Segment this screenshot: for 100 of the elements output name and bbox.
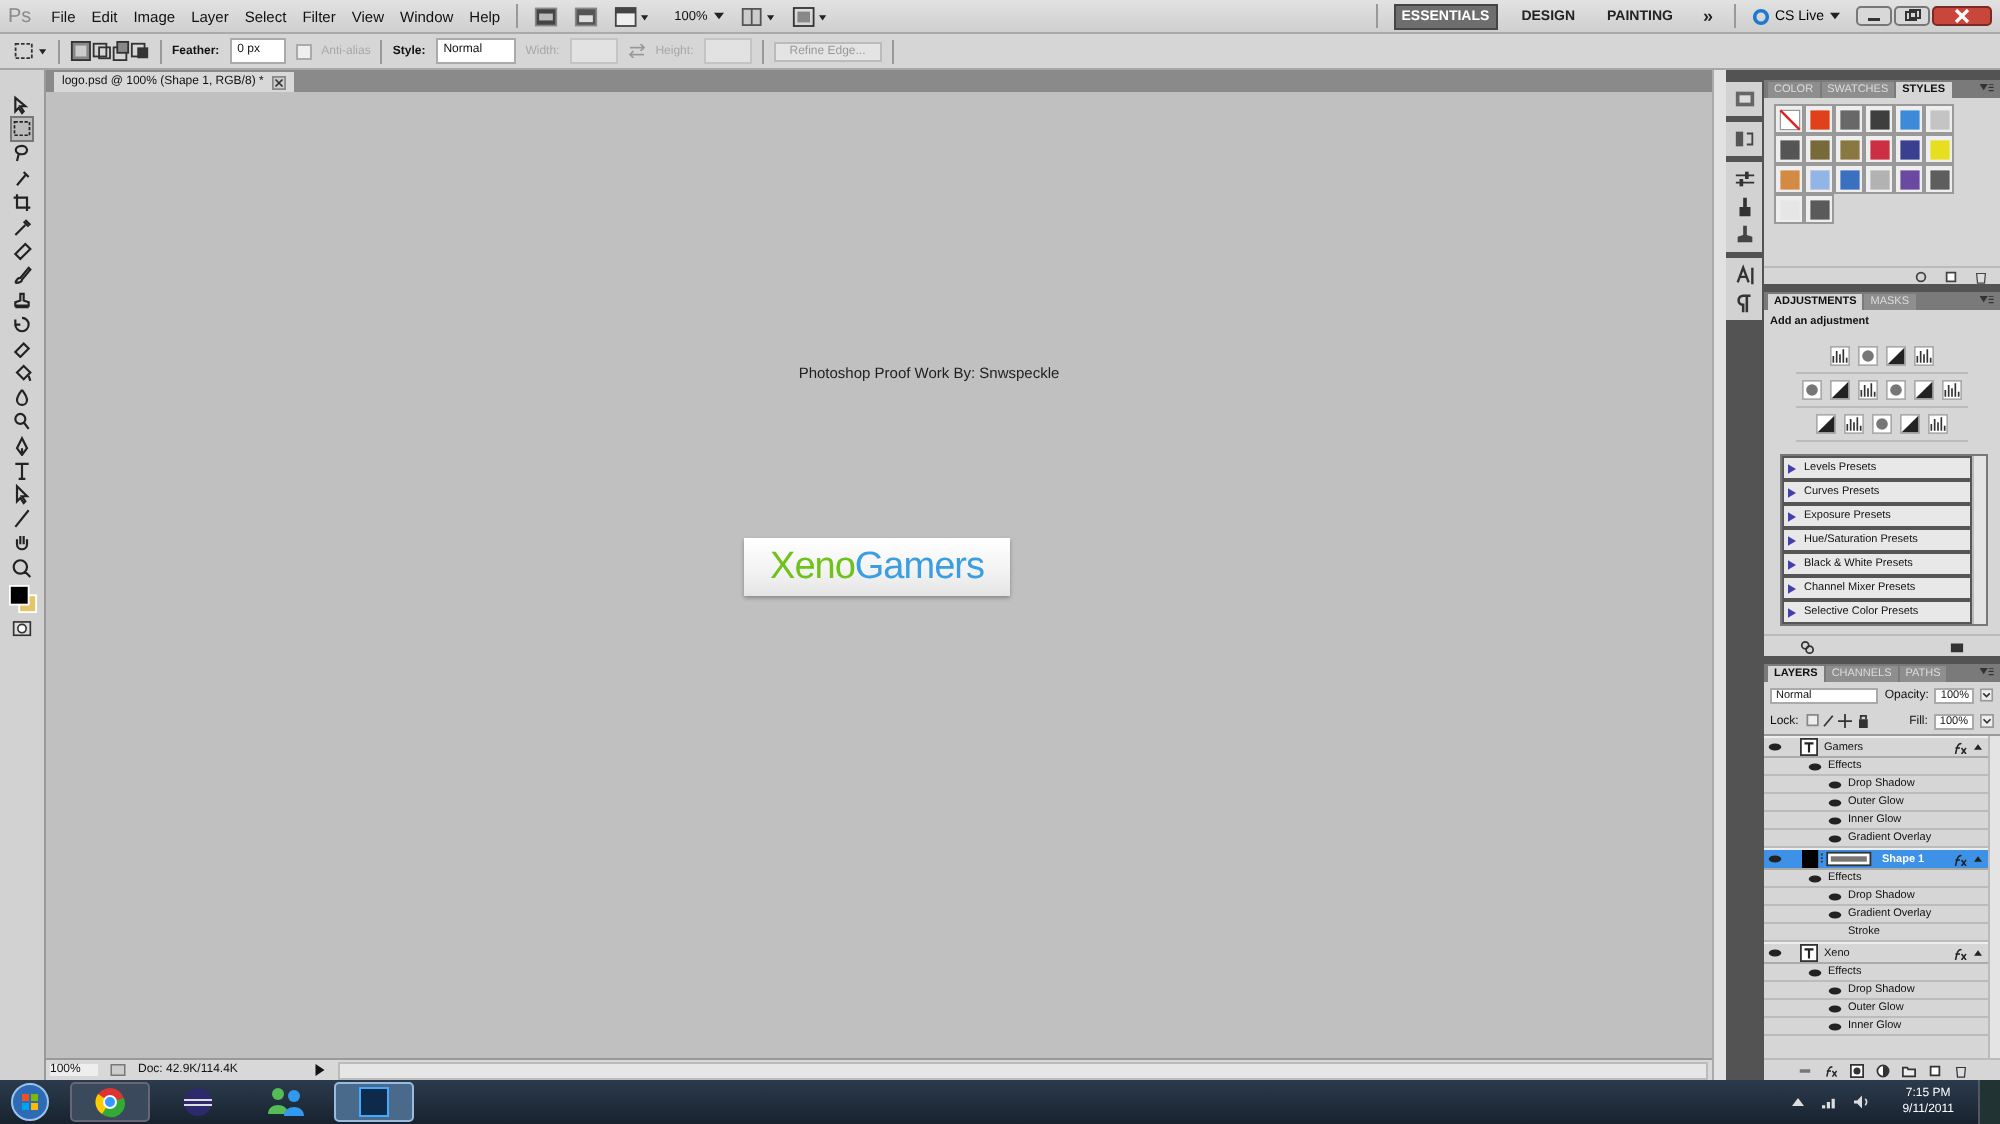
history-icon[interactable]: [1733, 128, 1755, 150]
eye-icon[interactable]: [1828, 891, 1842, 901]
style-swatch[interactable]: [1804, 164, 1834, 194]
eye-icon[interactable]: [1768, 854, 1782, 864]
style-swatch[interactable]: [1864, 164, 1894, 194]
expand-arrow-icon[interactable]: [1788, 463, 1796, 473]
sliders-icon[interactable]: [1733, 168, 1755, 190]
style-swatch[interactable]: [1924, 164, 1954, 194]
new-style-icon[interactable]: [1944, 269, 1958, 283]
stamp-icon[interactable]: [1733, 224, 1755, 246]
marquee-preset-icon[interactable]: [12, 40, 48, 62]
mini-bridge-icon[interactable]: [574, 5, 599, 27]
style-swatch[interactable]: [1774, 104, 1804, 134]
horizontal-scrollbar[interactable]: [338, 1061, 1708, 1079]
play-arrow-icon[interactable]: [314, 1064, 326, 1076]
eraser-tool-icon[interactable]: [12, 337, 32, 359]
screen-mode-icon[interactable]: [791, 5, 828, 27]
more-workspaces-button[interactable]: »: [1696, 4, 1719, 28]
healing-brush-icon[interactable]: [12, 240, 32, 262]
quick-selection-icon[interactable]: [12, 167, 32, 189]
style-swatch[interactable]: [1774, 134, 1804, 164]
eye-icon[interactable]: [1828, 779, 1842, 789]
stamp-tool-icon[interactable]: [12, 289, 32, 311]
eye-icon[interactable]: [1768, 742, 1782, 752]
style-swatch[interactable]: [1894, 134, 1924, 164]
style-swatch[interactable]: [1774, 164, 1804, 194]
eye-icon[interactable]: [1808, 761, 1822, 771]
close-icon[interactable]: [271, 75, 286, 89]
lock-icons[interactable]: [1804, 714, 1873, 728]
bridge-icon[interactable]: [534, 5, 559, 27]
start-button[interactable]: [10, 1082, 50, 1122]
zoom-tool-icon[interactable]: [12, 557, 32, 579]
expand-arrow-icon[interactable]: [1788, 583, 1796, 593]
anti-alias-checkbox[interactable]: [295, 43, 312, 59]
stepper-icon[interactable]: [1980, 714, 1994, 728]
adjustment-layer-icon[interactable]: [1875, 1063, 1889, 1077]
expand-arrow-icon[interactable]: [1788, 607, 1796, 617]
expand-arrow-icon[interactable]: [1788, 487, 1796, 497]
character-icon[interactable]: [1733, 264, 1755, 286]
move-tool-icon[interactable]: [12, 94, 32, 116]
blur-tool-icon[interactable]: [12, 386, 32, 408]
eye-icon[interactable]: [1828, 815, 1842, 825]
clear-style-icon[interactable]: [1914, 269, 1928, 283]
eye-icon[interactable]: [1828, 1003, 1842, 1013]
eye-icon[interactable]: [1808, 873, 1822, 883]
stepper-icon[interactable]: [1980, 688, 1994, 702]
panel-menu-icon[interactable]: [1980, 668, 1994, 678]
panel-menu-icon[interactable]: [1980, 84, 1994, 94]
trash-icon[interactable]: [1974, 269, 1988, 283]
navigator-icon[interactable]: [1733, 88, 1755, 110]
collapse-arrow-icon[interactable]: [1974, 744, 1982, 750]
adjustment-icon[interactable]: [1830, 346, 1850, 366]
adjustment-icon[interactable]: [1830, 380, 1850, 400]
eyedropper-icon[interactable]: [12, 215, 32, 238]
style-swatch[interactable]: [1924, 104, 1954, 134]
style-swatch[interactable]: [1924, 134, 1954, 164]
mask-icon[interactable]: [1849, 1063, 1863, 1077]
arrange-documents-icon[interactable]: [739, 5, 776, 27]
adjustment-icon[interactable]: [1844, 414, 1864, 434]
fx-icon[interactable]: [1823, 1063, 1837, 1077]
layers-scrollbar[interactable]: [1988, 736, 2000, 1058]
expand-arrow-icon[interactable]: [1788, 559, 1796, 569]
show-hidden-icons[interactable]: [1790, 1094, 1807, 1110]
photoshop-taskbar-icon[interactable]: [334, 1082, 414, 1122]
collapse-arrow-icon[interactable]: [1974, 950, 1982, 956]
line-tool-icon[interactable]: [12, 508, 32, 530]
style-swatch[interactable]: [1804, 134, 1834, 164]
adjustment-icon[interactable]: [1816, 414, 1836, 434]
color-swatches-icon[interactable]: [7, 581, 37, 616]
marquee-tool-icon[interactable]: [12, 118, 32, 140]
style-swatch[interactable]: [1834, 164, 1864, 194]
path-selection-icon[interactable]: [12, 484, 32, 506]
eye-icon[interactable]: [1768, 948, 1782, 958]
quick-mask-icon[interactable]: [12, 618, 32, 640]
brush-tool-icon[interactable]: [12, 264, 32, 286]
lasso-tool-icon[interactable]: [12, 142, 32, 164]
panel-menu-icon[interactable]: [1980, 296, 1994, 306]
style-swatch[interactable]: [1894, 104, 1924, 134]
speaker-icon[interactable]: [1854, 1094, 1871, 1110]
expand-arrow-icon[interactable]: [1788, 511, 1796, 521]
vertical-scrollbar[interactable]: [1712, 70, 1726, 1080]
minimize-button[interactable]: [1856, 6, 1892, 26]
adjustment-icon[interactable]: [1858, 380, 1878, 400]
collapse-arrow-icon[interactable]: [1974, 856, 1982, 862]
dodge-tool-icon[interactable]: [12, 410, 32, 433]
crop-tool-icon[interactable]: [12, 191, 32, 213]
eye-icon[interactable]: [1828, 833, 1842, 843]
adjustment-icon[interactable]: [1942, 380, 1962, 400]
list-scrollbar[interactable]: [1972, 456, 1986, 624]
eye-icon[interactable]: [1828, 909, 1842, 919]
adjustment-icon[interactable]: [1914, 380, 1934, 400]
pen-tool-icon[interactable]: [12, 435, 32, 457]
style-swatch[interactable]: [1774, 194, 1804, 224]
adjustment-icon[interactable]: [1914, 346, 1934, 366]
expand-arrow-icon[interactable]: [1788, 535, 1796, 545]
style-swatch[interactable]: [1894, 164, 1924, 194]
history-brush-icon[interactable]: [12, 313, 32, 335]
style-swatch[interactable]: [1834, 134, 1864, 164]
new-layer-icon[interactable]: [1927, 1063, 1941, 1077]
paint-bucket-icon[interactable]: [12, 362, 32, 384]
